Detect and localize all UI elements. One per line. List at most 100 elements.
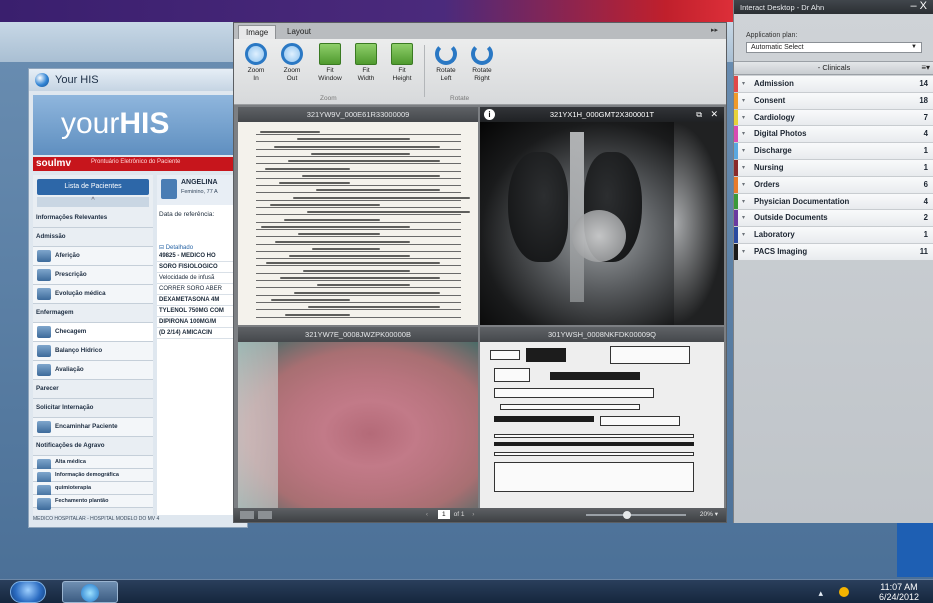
fit-width-button[interactable]: Fit Width <box>348 43 384 83</box>
image-pane-photo[interactable]: 321YW7E_0008JWZPK00000B <box>238 327 478 509</box>
chevron-down-icon[interactable]: ▾ <box>742 177 745 193</box>
patient-demographics: Feminino, 77 A <box>181 189 218 195</box>
sidebar-item[interactable]: Admissão <box>33 228 153 247</box>
sidebar-item[interactable]: Enfermagem <box>33 304 153 323</box>
sidebar-item[interactable]: Prescrição <box>33 266 153 285</box>
sidebar-item[interactable]: Avaliação <box>33 361 153 380</box>
fit-height-button[interactable]: Fit Height <box>384 43 420 83</box>
chevron-down-icon[interactable]: ▾ <box>742 93 745 109</box>
chevron-down-icon[interactable]: ▾ <box>742 143 745 159</box>
start-button[interactable] <box>10 581 46 603</box>
zoom-percent[interactable]: 20% ▾ <box>700 510 718 518</box>
chevron-down-icon[interactable]: ▾ <box>742 194 745 210</box>
interact-title: Interact Desktop - Dr Ahn <box>740 3 825 12</box>
category-row[interactable]: ▾ Physician Documentation 4 <box>734 193 933 211</box>
sidebar-item[interactable]: Informação demográfica <box>33 469 153 484</box>
category-count: 14 <box>919 79 928 88</box>
close-icon[interactable]: ✕ <box>710 107 718 122</box>
image-pane-xray[interactable]: i 321YX1H_000GMT2X300001T ⧉ ✕ <box>480 107 724 325</box>
handwriting-stroke <box>308 306 440 309</box>
pane-title: 321YW9V_000E61R33000009 <box>238 107 478 122</box>
category-row[interactable]: ▾ Orders 6 <box>734 176 933 194</box>
zoom-slider-thumb[interactable] <box>622 511 631 519</box>
sidebar-item[interactable]: Evolução médica <box>33 285 153 304</box>
image-pane-document[interactable]: 321YW9V_000E61R33000009 <box>238 107 478 325</box>
handwriting-stroke <box>302 174 440 177</box>
form-field-block <box>490 350 520 360</box>
category-label: Cardiology <box>754 112 795 122</box>
category-row[interactable]: ▾ PACS Imaging 11 <box>734 243 933 261</box>
clinicals-header[interactable]: - Clinicals ≡▾ <box>734 61 933 75</box>
soulmv-bar: soulmv Prontuário Eletrônico do Paciente <box>33 157 243 171</box>
tab-image[interactable]: Image <box>238 25 277 39</box>
popout-icon[interactable]: ⧉ <box>696 107 702 122</box>
sidebar-item[interactable]: Balanço Hídrico <box>33 342 153 361</box>
chevron-down-icon[interactable]: ▾ <box>742 160 745 176</box>
zoom-in-button[interactable]: Zoom In <box>238 43 274 83</box>
sidebar-item[interactable]: Alta médica <box>33 456 153 471</box>
single-view-button[interactable] <box>240 511 254 519</box>
info-icon[interactable]: i <box>484 109 495 120</box>
pager: ‹ 1 of 1 › <box>420 510 480 520</box>
document-ruled-line <box>256 243 461 245</box>
tray-expand-icon[interactable]: ▴ <box>818 588 823 599</box>
fit-width-icon <box>355 43 377 65</box>
patient-list-button[interactable]: Lista de Pacientes <box>37 179 149 195</box>
form-field-block <box>494 452 694 456</box>
taskbar-clock[interactable]: 11:07 AM 6/24/2012 <box>879 582 919 602</box>
sidebar-item[interactable]: Fechamento plantão <box>33 495 153 510</box>
grid-view-button[interactable] <box>258 511 272 519</box>
sidebar-item[interactable]: Checagem <box>33 323 153 342</box>
page-number-input[interactable]: 1 <box>437 510 450 519</box>
menu-icon[interactable]: ≡▾ <box>921 62 930 74</box>
his-titlebar[interactable]: Your HIS <box>29 69 247 91</box>
image-viewer-window[interactable]: Image Layout ▸▸ Zoom In Zoom Out Fit Win… <box>233 22 727 523</box>
category-color-bar <box>734 210 738 227</box>
chevron-down-icon[interactable]: ▾ <box>742 227 745 243</box>
chevron-down-icon[interactable]: ▾ <box>742 210 745 226</box>
category-label: PACS Imaging <box>754 246 808 256</box>
category-row[interactable]: ▾ Nursing 1 <box>734 159 933 177</box>
handwriting-stroke <box>284 218 380 221</box>
fit-window-button[interactable]: Fit Window <box>312 43 348 83</box>
tray-notification-icon[interactable] <box>839 587 849 597</box>
chevron-down-icon[interactable]: ▾ <box>742 76 745 92</box>
fit-height-label: Fit Height <box>392 67 412 82</box>
handwriting-stroke <box>311 152 410 155</box>
interact-titlebar[interactable]: Interact Desktop - Dr Ahn – X <box>734 0 933 14</box>
category-row[interactable]: ▾ Digital Photos 4 <box>734 126 933 144</box>
zoom-slider[interactable] <box>586 511 686 519</box>
chevron-down-icon[interactable]: ▾ <box>742 126 745 142</box>
handwriting-stroke <box>317 284 410 287</box>
next-page-icon[interactable]: › <box>466 511 480 518</box>
category-row[interactable]: ▾ Outside Documents 2 <box>734 210 933 228</box>
chevron-down-icon[interactable]: ▾ <box>742 244 745 260</box>
sidebar-item[interactable]: Aferição <box>33 247 153 266</box>
category-row[interactable]: ▾ Laboratory 1 <box>734 227 933 244</box>
tab-layout[interactable]: Layout <box>280 25 318 39</box>
sidebar-item[interactable]: Encaminhar Paciente <box>33 418 153 437</box>
rotate-left-button[interactable]: Rotate Left <box>428 43 464 83</box>
chevron-down-icon[interactable]: ▾ <box>742 110 745 126</box>
ribbon-collapse-icon[interactable]: ▸▸ <box>711 26 718 34</box>
chevron-up-icon[interactable]: ^ <box>37 197 149 207</box>
category-row[interactable]: ▾ Admission 14 <box>734 76 933 93</box>
taskbar-ie-button[interactable] <box>62 581 118 603</box>
image-pane-form[interactable]: 301YWSH_0008NKFDK00009Q <box>480 327 724 509</box>
his-window[interactable]: Your HIS yourHIS soulmv Prontuário Eletr… <box>28 68 248 528</box>
sidebar-item[interactable]: Solicitar Internação <box>33 399 153 418</box>
handwriting-stroke <box>274 145 440 148</box>
category-row[interactable]: ▾ Discharge 1 <box>734 143 933 160</box>
prev-page-icon[interactable]: ‹ <box>420 511 434 518</box>
minimize-icon[interactable]: – X <box>910 0 927 12</box>
category-row[interactable]: ▾ Cardiology 7 <box>734 109 933 127</box>
sidebar-item[interactable]: Parecer <box>33 380 153 399</box>
sidebar-item[interactable]: quimioterapia <box>33 482 153 497</box>
category-row[interactable]: ▾ Consent 18 <box>734 92 933 110</box>
sidebar-item[interactable]: Notificações de Agravo <box>33 437 153 456</box>
category-color-bar <box>734 159 738 176</box>
sidebar-item[interactable]: Informações Relevantes <box>33 209 153 228</box>
zoom-out-button[interactable]: Zoom Out <box>274 43 310 83</box>
app-plan-select[interactable]: Automatic Select ▼ <box>746 42 922 53</box>
rotate-right-button[interactable]: Rotate Right <box>464 43 500 83</box>
